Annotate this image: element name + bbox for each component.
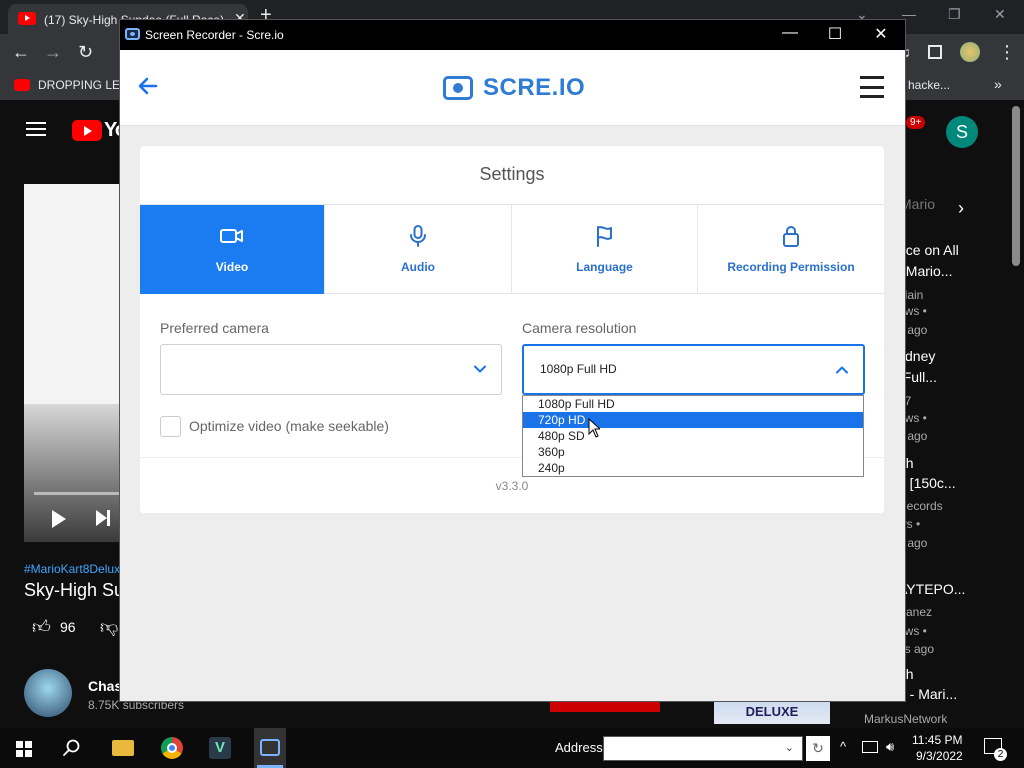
settings-title: Settings [479, 164, 545, 184]
tab-recording-permission[interactable]: Recording Permission [698, 205, 884, 294]
screen-recorder-taskbar-icon[interactable] [254, 728, 286, 768]
chevron-up-icon [836, 366, 848, 374]
optimize-label: Optimize video (make seekable) [189, 418, 389, 434]
search-icon[interactable] [62, 738, 82, 758]
video-camera-icon [220, 229, 243, 243]
tab-label: Recording Permission [727, 260, 855, 274]
channel-avatar[interactable] [24, 669, 72, 717]
browser-restore-icon[interactable]: ❐ [948, 6, 961, 23]
video-hashtag[interactable]: #MarioKart8Deluxe [24, 562, 120, 576]
more-menu-icon[interactable]: ⋮ [998, 42, 1016, 63]
bookmark-item[interactable]: hacke... [908, 78, 950, 92]
resolution-dropdown-list: 1080p Full HD 720p HD 480p SD 360p 240p [522, 395, 864, 477]
camera-resolution-label: Camera resolution [522, 320, 637, 336]
mouse-cursor-icon [588, 418, 600, 438]
back-icon[interactable]: ← [12, 42, 30, 63]
tab-label: Audio [401, 260, 435, 274]
tab-label: Language [576, 260, 633, 274]
logo-camera-icon [443, 76, 473, 100]
version-label: v3.3.0 [495, 479, 529, 493]
youtube-logo-icon[interactable] [72, 120, 102, 141]
clock-time[interactable]: 11:45 PM [912, 733, 962, 747]
user-avatar[interactable]: S [946, 116, 978, 148]
play-icon[interactable] [52, 510, 66, 528]
hamburger-menu-icon[interactable] [860, 76, 884, 98]
next-video-icon[interactable] [96, 510, 110, 526]
related-video-channel: MarkusNetwork [864, 712, 948, 726]
tab-audio[interactable]: Audio [325, 205, 512, 294]
youtube-bookmark-icon [14, 79, 30, 91]
forward-icon[interactable]: → [44, 42, 62, 63]
refresh-icon[interactable]: ↻ [806, 736, 830, 761]
notification-count-badge: 2 [994, 748, 1007, 761]
file-explorer-icon[interactable] [110, 734, 138, 762]
tab-video[interactable]: Video [140, 205, 325, 294]
lock-icon [783, 226, 799, 247]
dislike-icon[interactable]: 👎︎ [100, 616, 118, 638]
chrome-icon[interactable] [158, 734, 186, 762]
optimize-checkbox[interactable] [160, 416, 181, 437]
screen-recorder-window: Screen Recorder - Scre.io — ☐ ✕ SCRE.IO … [120, 20, 905, 701]
video-player[interactable] [24, 184, 124, 542]
resolution-option-highlighted[interactable]: 720p HD [523, 412, 863, 428]
related-video-title[interactable]: AYTEPO... [898, 581, 965, 597]
scrollbar[interactable] [1012, 106, 1020, 266]
windows-taskbar: Address ⌄ ↻ ^ 🔊︎ 11:45 PM 9/3/2022 2 [0, 728, 1024, 768]
video-title: Sky-High Sundae (Full Race) [24, 580, 120, 600]
minimize-icon[interactable]: — [780, 24, 800, 42]
logo-text: SCRE.IO [483, 74, 586, 101]
youtube-favicon-icon [18, 12, 36, 25]
like-icon[interactable]: 👍︎ [32, 616, 51, 638]
resolution-option[interactable]: 480p SD [523, 428, 863, 444]
address-toolbar-label: Address [555, 740, 603, 755]
camera-resolution-select[interactable]: 1080p Full HD [522, 344, 865, 395]
tab-label: Video [215, 260, 249, 274]
video-progress-bar[interactable] [34, 492, 124, 495]
resolution-option[interactable]: 240p [523, 460, 863, 476]
related-video-title[interactable]: / Mario... [898, 263, 952, 279]
related-video-title[interactable]: ace on All [898, 242, 959, 258]
address-input[interactable]: ⌄ [603, 736, 803, 761]
flag-icon [596, 226, 612, 247]
chevron-down-icon[interactable]: ⌄ [785, 741, 794, 754]
preferred-camera-select[interactable] [160, 344, 502, 395]
menu-icon[interactable] [26, 122, 46, 136]
preferred-camera-label: Preferred camera [160, 320, 269, 336]
chevron-right-icon[interactable]: › [958, 198, 964, 219]
related-video-title[interactable]: e - Mari... [898, 686, 957, 702]
video-editor-icon[interactable] [206, 734, 234, 762]
reload-icon[interactable]: ↻ [78, 42, 93, 63]
tab-language[interactable]: Language [512, 205, 698, 294]
back-arrow-icon[interactable] [136, 74, 160, 98]
clock-date[interactable]: 9/3/2022 [916, 749, 963, 763]
filter-chip[interactable]: Mario [900, 196, 940, 224]
browser-close-icon[interactable]: ✕ [994, 6, 1006, 23]
close-icon[interactable]: ✕ [871, 24, 891, 44]
bookmarks-more-icon[interactable]: » [994, 76, 1002, 92]
channel-name[interactable]: Chas [88, 678, 122, 694]
notifications-badge[interactable]: 9+ [906, 116, 926, 129]
app-header: SCRE.IO [120, 50, 905, 126]
side-panel-icon[interactable] [928, 45, 942, 59]
like-count: 96 [60, 619, 76, 635]
bookmark-item[interactable]: DROPPING LEG [38, 78, 129, 92]
related-video-title[interactable]: e [150c... [898, 475, 956, 491]
microphone-icon [410, 225, 426, 247]
chevron-down-icon [474, 365, 486, 373]
volume-icon[interactable]: 🔊︎ [886, 739, 894, 755]
settings-tabs: Video Audio Language Recording Permissio… [140, 204, 884, 294]
maximize-icon[interactable]: ☐ [825, 24, 845, 44]
resolution-option[interactable]: 1080p Full HD [523, 396, 863, 412]
recorder-app-icon [125, 28, 140, 40]
window-titlebar[interactable]: Screen Recorder - Scre.io — ☐ ✕ [120, 20, 905, 50]
network-icon[interactable] [862, 741, 878, 753]
tray-overflow-icon[interactable]: ^ [840, 739, 846, 754]
camera-resolution-value: 1080p Full HD [540, 362, 617, 376]
windows-start-icon[interactable] [16, 741, 32, 757]
subscribe-button[interactable] [550, 702, 660, 712]
resolution-option[interactable]: 360p [523, 444, 863, 460]
profile-avatar-icon[interactable] [960, 42, 980, 62]
window-title: Screen Recorder - Scre.io [145, 28, 284, 42]
